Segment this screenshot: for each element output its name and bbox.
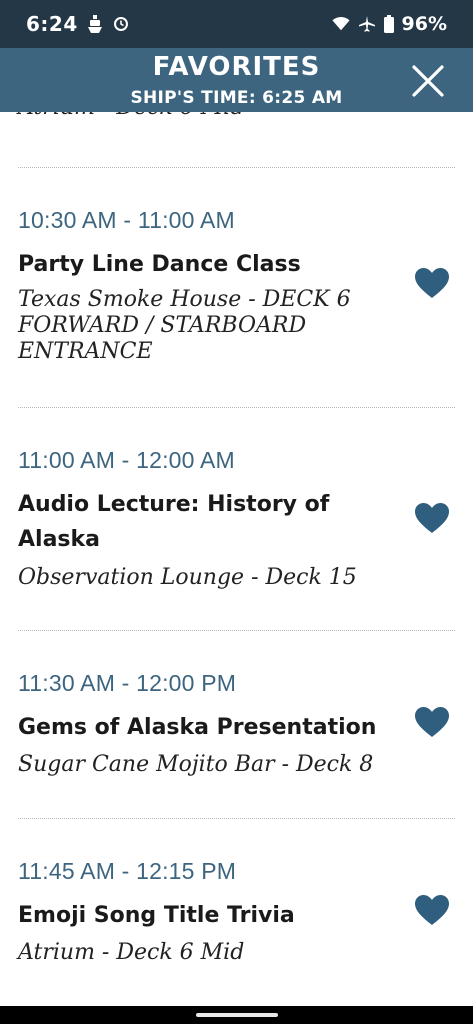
- status-right: 96%: [331, 13, 447, 35]
- event-time: 11:00 AM - 12:00 AM: [18, 447, 235, 473]
- favorite-button[interactable]: [414, 894, 450, 926]
- event-title: Gems of Alaska Presentation: [18, 715, 377, 740]
- event-title: Emoji Song Title Trivia: [18, 903, 295, 928]
- heart-icon: [415, 707, 449, 737]
- event-time: 10:30 AM - 11:00 AM: [18, 207, 235, 233]
- battery-icon: [383, 15, 394, 33]
- close-button[interactable]: [411, 64, 445, 98]
- event-time: 11:30 AM - 12:00 PM: [18, 670, 237, 696]
- event-location: Texas Smoke House - DECK 6 FORWARD / STA…: [18, 287, 351, 364]
- airplane-icon: [358, 15, 376, 33]
- page-title: FAVORITES: [152, 52, 321, 82]
- divider: [18, 167, 455, 168]
- list-item[interactable]: 10:30 AM - 11:00 AM Party Line Dance Cla…: [0, 207, 473, 407]
- divider: [18, 818, 455, 819]
- event-title: Party Line Dance Class: [18, 252, 301, 277]
- wifi-icon: [331, 15, 350, 33]
- favorites-list[interactable]: Atrium - Deck 6 Mid 10:30 AM - 11:00 AM …: [0, 112, 473, 1006]
- clipped-event-location: Atrium - Deck 6 Mid: [18, 112, 244, 120]
- ship-icon: [86, 15, 104, 33]
- event-time: 11:45 AM - 12:15 PM: [18, 858, 237, 884]
- favorite-button[interactable]: [414, 267, 450, 299]
- ships-time: SHIP'S TIME: 6:25 AM: [130, 88, 343, 108]
- list-item[interactable]: 11:45 AM - 12:15 PM Emoji Song Title Tri…: [0, 858, 473, 1006]
- status-time: 6:24: [26, 12, 78, 36]
- event-location: Atrium - Deck 6 Mid: [18, 940, 245, 965]
- heart-icon: [415, 503, 449, 533]
- system-nav-bar: [0, 1006, 473, 1024]
- event-title: Audio Lecture: History of Alaska: [18, 492, 330, 552]
- alarm-icon: [112, 15, 130, 33]
- divider: [18, 630, 455, 631]
- divider: [18, 407, 455, 408]
- list-item[interactable]: 11:30 AM - 12:00 PM Gems of Alaska Prese…: [0, 670, 473, 820]
- status-left: 6:24: [26, 12, 130, 36]
- favorite-button[interactable]: [414, 502, 450, 534]
- close-icon: [412, 65, 444, 97]
- battery-percent: 96%: [401, 13, 447, 35]
- heart-icon: [415, 268, 449, 298]
- status-bar: 6:24 96%: [0, 0, 473, 48]
- event-location: Sugar Cane Mojito Bar - Deck 8: [18, 752, 374, 777]
- favorite-button[interactable]: [414, 706, 450, 738]
- heart-icon: [415, 895, 449, 925]
- favorites-header: FAVORITES SHIP'S TIME: 6:25 AM: [0, 48, 473, 112]
- home-gesture-handle[interactable]: [196, 1013, 278, 1017]
- event-location: Observation Lounge - Deck 15: [18, 565, 357, 590]
- list-item[interactable]: 11:00 AM - 12:00 AM Audio Lecture: Histo…: [0, 447, 473, 627]
